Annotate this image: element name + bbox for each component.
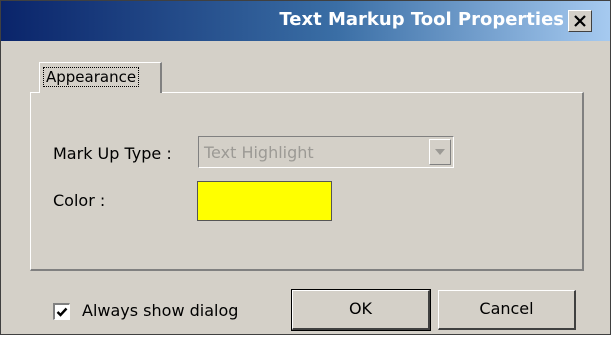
tab-appearance-label: Appearance: [43, 67, 140, 87]
markup-type-select[interactable]: Text Highlight: [198, 136, 454, 168]
always-show-label[interactable]: Always show dialog: [82, 301, 238, 320]
title-bar[interactable]: Text Markup Tool Properties: [1, 1, 610, 41]
markup-type-value: Text Highlight: [204, 143, 314, 162]
color-swatch-button[interactable]: [197, 181, 332, 221]
markup-type-label: Mark Up Type :: [53, 144, 172, 163]
properties-dialog: Text Markup Tool Properties Appearance M…: [0, 0, 611, 335]
ok-button[interactable]: OK: [291, 289, 431, 331]
always-show-checkbox[interactable]: [53, 303, 70, 320]
close-button[interactable]: [568, 10, 592, 32]
color-label: Color :: [53, 191, 106, 210]
tab-appearance[interactable]: Appearance: [39, 62, 162, 93]
cancel-button[interactable]: Cancel: [438, 290, 576, 330]
markup-type-dropdown-button[interactable]: [429, 139, 451, 165]
window-title: Text Markup Tool Properties: [279, 9, 564, 30]
chevron-down-icon: [435, 149, 445, 155]
checkmark-icon: [56, 307, 68, 317]
close-icon: [574, 15, 586, 27]
